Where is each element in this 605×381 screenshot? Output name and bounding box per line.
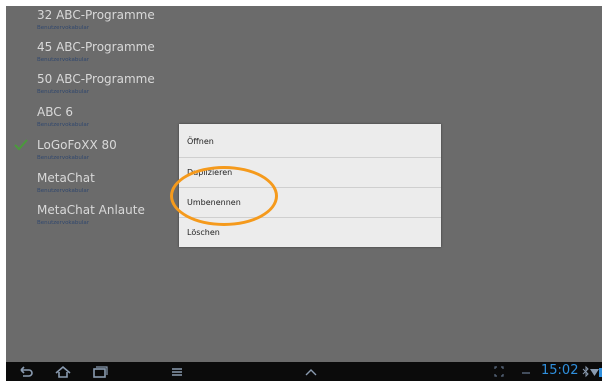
menu-item-duplicate[interactable]: Duplizieren	[179, 157, 441, 187]
clock: 15:02	[541, 363, 579, 378]
list-item-title: LoGoFoXX 80	[37, 138, 117, 152]
list-item-subtitle: Benutzervokabular	[37, 89, 90, 95]
navigation-bar: 15:02	[6, 362, 602, 381]
minus-icon	[522, 372, 530, 374]
check-icon	[14, 139, 28, 151]
list-item-title: 32 ABC-Programme	[37, 8, 155, 22]
list-item-title: MetaChat Anlaute	[37, 203, 145, 217]
list-item-subtitle: Benutzervokabular	[37, 122, 90, 128]
wifi-icon	[590, 369, 599, 376]
list-item-subtitle: Benutzervokabular	[37, 57, 90, 63]
back-icon[interactable]	[18, 365, 34, 379]
bluetooth-icon	[582, 365, 589, 378]
list-item[interactable]: 45 ABC-Programme Benutzervokabular	[6, 38, 602, 70]
menu-icon[interactable]	[170, 365, 184, 379]
context-menu-dialog: Öffnen Duplizieren Umbenennen Löschen	[179, 124, 441, 247]
list-item-subtitle: Benutzervokabular	[37, 188, 90, 194]
menu-item-open[interactable]: Öffnen	[179, 126, 441, 156]
chevron-up-icon[interactable]	[303, 365, 319, 379]
battery-icon	[599, 368, 602, 377]
list-item[interactable]: 32 ABC-Programme Benutzervokabular	[6, 6, 602, 38]
list-item-title: 50 ABC-Programme	[37, 72, 155, 86]
list-item[interactable]: 50 ABC-Programme Benutzervokabular	[6, 70, 602, 102]
menu-item-rename[interactable]: Umbenennen	[179, 187, 441, 217]
list-item-title: MetaChat	[37, 171, 95, 185]
list-item-subtitle: Benutzervokabular	[37, 220, 90, 226]
menu-item-delete[interactable]: Löschen	[179, 217, 441, 247]
list-item-title: ABC 6	[37, 105, 74, 119]
list-item-subtitle: Benutzervokabular	[37, 25, 90, 31]
list-item-subtitle: Benutzervokabular	[37, 155, 90, 161]
home-icon[interactable]	[54, 365, 72, 379]
screen-capture-icon[interactable]	[493, 365, 505, 379]
recent-apps-icon[interactable]	[92, 365, 108, 379]
list-item-title: 45 ABC-Programme	[37, 40, 155, 54]
